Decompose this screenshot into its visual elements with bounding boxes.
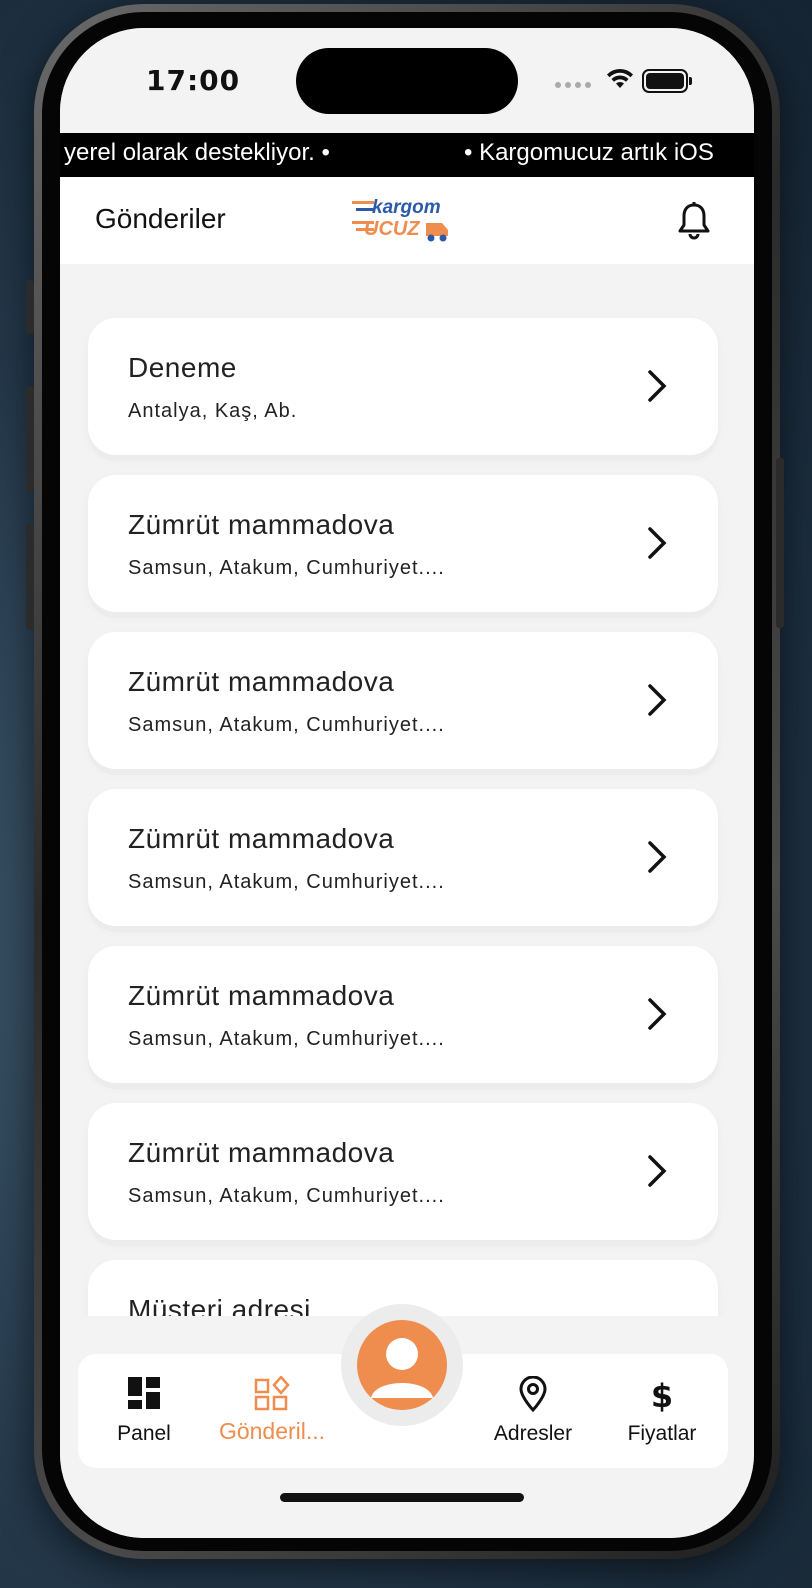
wifi-icon	[607, 68, 633, 88]
shipments-icon	[254, 1376, 290, 1411]
kargomucuz-logo: kargom UCUZ	[352, 197, 448, 242]
location-pin-icon	[519, 1376, 547, 1412]
status-time: 17:00	[146, 64, 241, 97]
chevron-right-icon	[648, 998, 667, 1030]
logo-text-top: kargom	[372, 197, 441, 218]
nav-label-addresses: Adresler	[493, 1422, 573, 1445]
svg-text:$: $	[651, 1377, 673, 1412]
notification-bell-icon[interactable]	[676, 201, 712, 241]
profile-button[interactable]	[341, 1304, 463, 1426]
nav-label-prices: Fiyatlar	[627, 1422, 697, 1445]
battery-icon	[642, 69, 692, 93]
volume-down-button	[26, 524, 34, 630]
shipment-card[interactable]: Zümrüt mammadova Samsun, Atakum, Cumhuri…	[88, 789, 718, 926]
chevron-right-icon	[648, 1155, 667, 1187]
chevron-right-icon	[648, 841, 667, 873]
shipment-card[interactable]: Zümrüt mammadova Samsun, Atakum, Cumhuri…	[88, 632, 718, 769]
shipment-address: Samsun, Atakum, Cumhuriyet....	[128, 1185, 445, 1207]
nav-label-shipments: Gönderil...	[218, 1418, 326, 1444]
status-bar: 17:00	[60, 28, 754, 133]
shipment-address: Antalya, Kaş, Ab.	[128, 400, 298, 422]
cellular-signal-icon	[555, 82, 591, 88]
shipment-name: Zümrüt mammadova	[128, 666, 395, 697]
nav-item-panel[interactable]: Panel	[84, 1354, 204, 1468]
shipment-address: Samsun, Atakum, Cumhuriyet....	[128, 871, 445, 893]
dynamic-island	[296, 48, 518, 114]
nav-label-panel: Panel	[117, 1422, 171, 1445]
shipment-card[interactable]: Zümrüt mammadova Samsun, Atakum, Cumhuri…	[88, 475, 718, 612]
action-button	[26, 280, 34, 334]
power-button	[776, 458, 784, 628]
shipment-name: Zümrüt mammadova	[128, 1137, 395, 1168]
profile-button-circle[interactable]	[357, 1320, 447, 1410]
home-indicator[interactable]	[280, 1493, 524, 1502]
dollar-icon: $	[651, 1377, 673, 1412]
shipment-address: Samsun, Atakum, Cumhuriyet....	[128, 1028, 445, 1050]
nav-item-addresses[interactable]: Adresler	[473, 1354, 593, 1468]
app-screen: 17:00 yerel olarak destekliyor. • • Karg…	[60, 28, 754, 1538]
app-header: Gönderiler kargom UCUZ	[60, 177, 754, 264]
chevron-right-icon	[648, 370, 667, 402]
chevron-right-icon	[648, 684, 667, 716]
profile-icon	[371, 1338, 433, 1398]
page-title: Gönderiler	[95, 203, 226, 234]
nav-item-prices[interactable]: $ Fiyatlar	[602, 1354, 722, 1468]
shipment-name: Zümrüt mammadova	[128, 823, 395, 854]
shipment-card[interactable]: Zümrüt mammadova Samsun, Atakum, Cumhuri…	[88, 946, 718, 1083]
shipment-list: Deneme Antalya, Kaş, Ab. Zümrüt mammadov…	[60, 264, 754, 1316]
shipment-name: Zümrüt mammadova	[128, 980, 395, 1011]
logo-text-bottom: UCUZ	[364, 218, 420, 240]
announcement-ticker: yerel olarak destekliyor. • • Kargomucuz…	[60, 133, 754, 177]
shipment-card[interactable]: Zümrüt mammadova Samsun, Atakum, Cumhuri…	[88, 1103, 718, 1240]
ticker-text-left: yerel olarak destekliyor. •	[64, 139, 330, 166]
shipment-card[interactable]: Deneme Antalya, Kaş, Ab.	[88, 318, 718, 455]
nav-item-shipments[interactable]: Gönderil...	[212, 1354, 332, 1468]
chevron-right-icon	[648, 527, 667, 559]
ticker-text-right: • Kargomucuz artık iOS	[464, 139, 714, 166]
shipment-name: Deneme	[128, 352, 237, 383]
volume-up-button	[26, 386, 34, 492]
shipment-address: Samsun, Atakum, Cumhuriyet....	[128, 714, 445, 736]
shipment-address: Samsun, Atakum, Cumhuriyet....	[128, 557, 445, 579]
shipment-name: Müşteri adresi	[128, 1294, 311, 1316]
shipment-name: Zümrüt mammadova	[128, 509, 395, 540]
dashboard-icon	[128, 1377, 160, 1409]
